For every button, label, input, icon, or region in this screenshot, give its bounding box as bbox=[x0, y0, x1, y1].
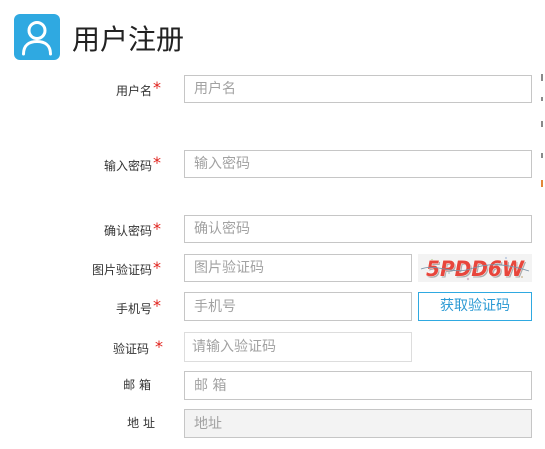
email-input[interactable] bbox=[184, 371, 532, 400]
username-required-mark: * bbox=[153, 78, 161, 97]
email-label: 邮 箱 bbox=[123, 378, 151, 392]
registration-page: 用户注册 用户名 * 输入密码 * 确认密码 * 图片验证码 * 5PDD6W bbox=[0, 0, 545, 449]
confirm-password-input[interactable] bbox=[184, 215, 532, 243]
password-label: 输入密码 bbox=[103, 159, 152, 173]
username-input[interactable] bbox=[184, 75, 532, 103]
registration-form: 用户名 * 输入密码 * 确认密码 * 图片验证码 * 5PDD6W 5PDD6… bbox=[0, 0, 545, 449]
clipped-edge-fragment bbox=[541, 153, 543, 158]
sms-code-required-mark: * bbox=[155, 337, 163, 356]
address-input[interactable] bbox=[184, 409, 532, 438]
get-verification-code-button[interactable]: 获取验证码 bbox=[418, 292, 532, 321]
phone-required-mark: * bbox=[153, 296, 161, 315]
captcha-text: 5PDD6W bbox=[426, 257, 525, 281]
clipped-edge-fragment bbox=[541, 97, 543, 101]
clipped-edge-fragment bbox=[541, 180, 543, 187]
sms-code-label: 验证码 bbox=[112, 342, 149, 356]
address-label: 地 址 bbox=[127, 416, 155, 430]
captcha-graphic: 5PDD6W 5PDD6W bbox=[418, 254, 532, 282]
clipped-edge-fragment bbox=[541, 121, 543, 127]
phone-label: 手机号 bbox=[115, 302, 152, 316]
clipped-edge-fragment bbox=[541, 74, 543, 81]
captcha-image[interactable]: 5PDD6W 5PDD6W bbox=[418, 254, 532, 282]
image-captcha-required-mark: * bbox=[153, 258, 161, 277]
confirm-password-label: 确认密码 bbox=[103, 224, 152, 238]
username-label: 用户名 bbox=[115, 84, 152, 98]
image-captcha-input[interactable] bbox=[184, 254, 412, 282]
image-captcha-label: 图片验证码 bbox=[91, 263, 152, 277]
sms-code-input[interactable] bbox=[184, 332, 412, 362]
confirm-password-required-mark: * bbox=[153, 219, 161, 238]
password-input[interactable] bbox=[184, 150, 532, 178]
password-required-mark: * bbox=[153, 153, 161, 172]
phone-input[interactable] bbox=[184, 292, 412, 321]
